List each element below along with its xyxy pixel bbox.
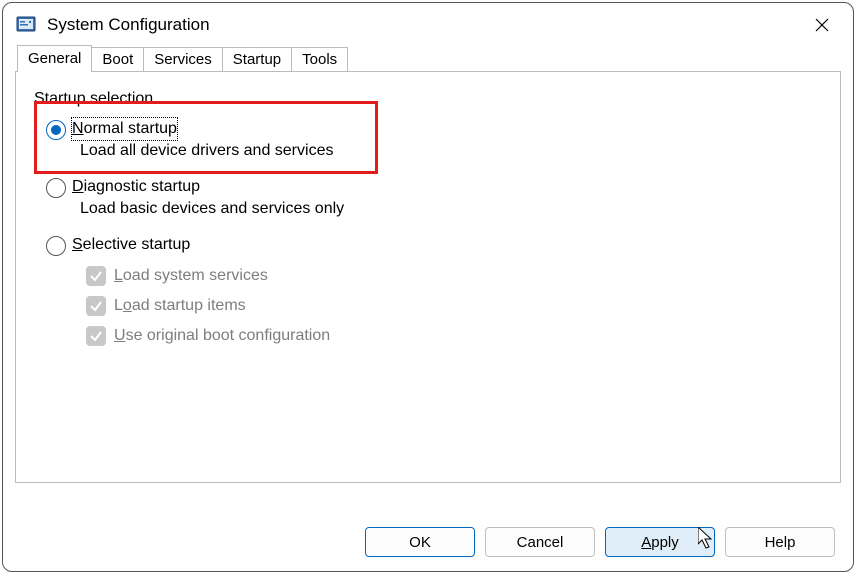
ok-button[interactable]: OK <box>365 527 475 557</box>
checkbox-label-load-system-services: Load system services <box>114 267 268 285</box>
titlebar: System Configuration <box>3 3 853 47</box>
help-button[interactable]: Help <box>725 527 835 557</box>
checkbox-load-startup-items <box>86 296 106 316</box>
tab-boot[interactable]: Boot <box>92 47 144 72</box>
cancel-button[interactable]: Cancel <box>485 527 595 557</box>
dialog-buttons: OK Cancel Apply Help <box>365 527 835 557</box>
tab-tools[interactable]: Tools <box>292 47 348 72</box>
radio-normal-startup[interactable] <box>46 120 66 140</box>
radio-selective-startup[interactable] <box>46 236 66 256</box>
group-label-startup-selection: Startup selection <box>34 90 818 108</box>
tab-startup[interactable]: Startup <box>223 47 292 72</box>
checkbox-use-original-boot-configuration <box>86 326 106 346</box>
checkbox-label-load-startup-items: Load startup items <box>114 297 246 315</box>
tab-services[interactable]: Services <box>144 47 223 72</box>
close-icon <box>815 18 829 32</box>
tab-strip: General Boot Services Startup Tools <box>3 47 853 72</box>
tab-panel-general: Startup selection Normal startup Load al… <box>15 71 841 483</box>
close-button[interactable] <box>799 9 845 41</box>
checkbox-label-use-original-boot-configuration: Use original boot configuration <box>114 327 330 345</box>
app-icon <box>15 14 37 36</box>
desc-diagnostic-startup: Load basic devices and services only <box>80 200 818 218</box>
check-icon <box>89 299 103 313</box>
radio-label-diagnostic-startup[interactable]: Diagnostic startup <box>72 176 200 198</box>
window: System Configuration General Boot Servic… <box>2 2 854 572</box>
radio-label-normal-startup[interactable]: Normal startup <box>72 118 177 140</box>
window-title: System Configuration <box>47 15 799 35</box>
apply-button[interactable]: Apply <box>605 527 715 557</box>
radio-diagnostic-startup[interactable] <box>46 178 66 198</box>
checkbox-load-system-services <box>86 266 106 286</box>
desc-normal-startup: Load all device drivers and services <box>80 142 818 160</box>
check-icon <box>89 329 103 343</box>
radio-label-selective-startup[interactable]: Selective startup <box>72 234 190 256</box>
tab-general[interactable]: General <box>17 45 92 72</box>
check-icon <box>89 269 103 283</box>
